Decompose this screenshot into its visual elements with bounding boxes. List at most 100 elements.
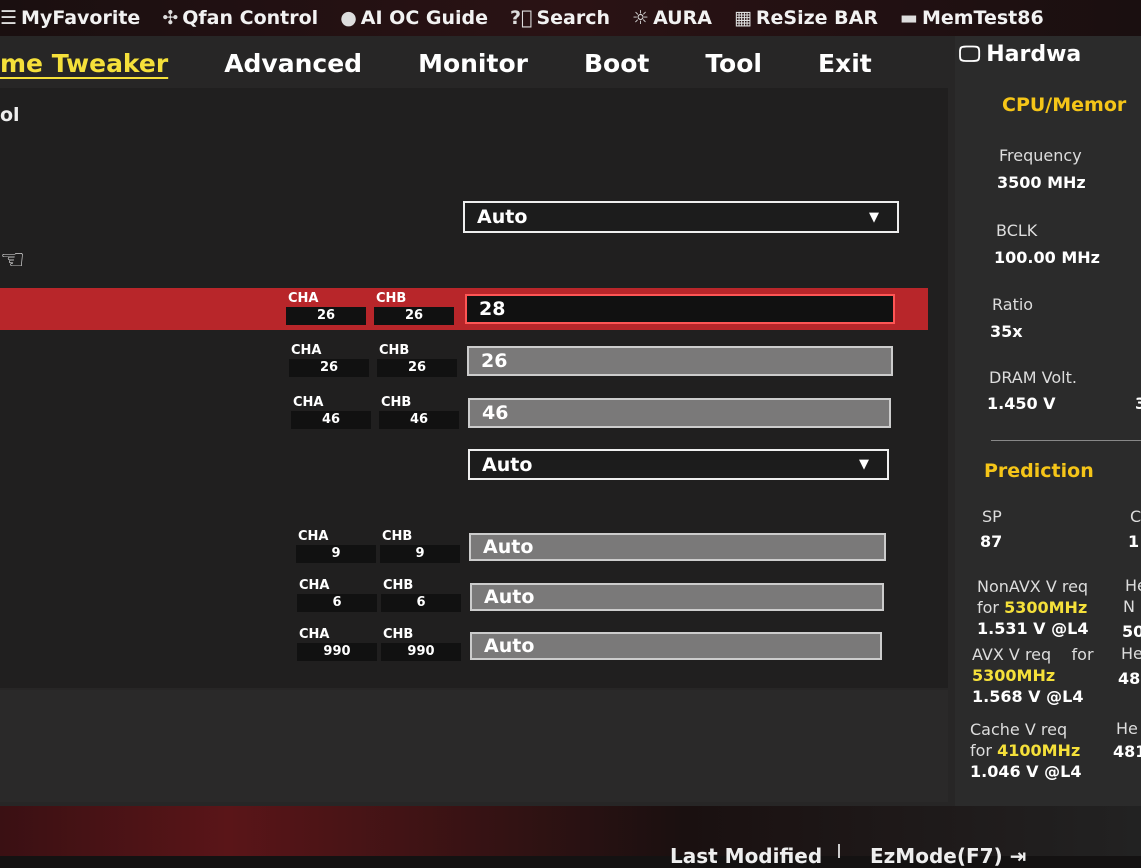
channel-values: CHA 46 CHB 46 bbox=[291, 395, 459, 429]
text-label: CHB bbox=[383, 578, 414, 593]
tab-ai-tweaker[interactable]: me Tweaker bbox=[0, 49, 168, 78]
text-label: CHB bbox=[379, 343, 410, 358]
text-label: Auto bbox=[482, 453, 533, 476]
channel-value: CHB 9 bbox=[380, 529, 460, 563]
ezmode-button[interactable]: EzMode(F7) ⇥ bbox=[870, 844, 1026, 868]
text-label: CHA bbox=[298, 529, 329, 544]
bottom-bar: Last Modified EzMode(F7) ⇥ bbox=[0, 806, 1141, 868]
ai-oc-guide-button[interactable]: ● AI OC Guide bbox=[340, 7, 488, 29]
text-label: 46 bbox=[379, 411, 459, 429]
sp-value: 87 bbox=[980, 532, 1003, 551]
list-icon: ☰ bbox=[0, 7, 18, 29]
memtest-button[interactable]: ▬ MemTest86 bbox=[900, 7, 1044, 29]
memtest-icon: ▬ bbox=[900, 7, 918, 29]
text-label: MyFavorite bbox=[21, 7, 141, 29]
tab-monitor[interactable]: Monitor bbox=[418, 49, 528, 78]
divider bbox=[991, 440, 1141, 441]
tab-advanced[interactable]: Advanced bbox=[224, 49, 362, 78]
text-label: 9 bbox=[296, 545, 376, 563]
text-label: C bbox=[1130, 507, 1141, 526]
text-label: CHB bbox=[382, 529, 413, 544]
text-label: N bbox=[1123, 597, 1135, 616]
text-label: 481 bbox=[1113, 742, 1141, 761]
ratio-label: Ratio bbox=[992, 295, 1034, 314]
channel-value: CHB 26 bbox=[374, 291, 454, 325]
frequency-label: Frequency bbox=[999, 146, 1082, 165]
text-label: CHA bbox=[299, 578, 330, 593]
text-label: 46 bbox=[291, 411, 371, 429]
nonavx-prediction: NonAVX V req for 5300MHz 1.531 V @L4 bbox=[977, 576, 1088, 639]
channel-values: CHA 990 CHB 990 bbox=[297, 627, 461, 661]
dram-volt-label: DRAM Volt. bbox=[989, 368, 1077, 387]
text-label: for bbox=[977, 598, 999, 617]
avx-prediction: AVX V req for 5300MHz 1.568 V @L4 bbox=[972, 644, 1094, 707]
tab-tool[interactable]: Tool bbox=[705, 49, 762, 78]
text-label: CHB bbox=[383, 627, 414, 642]
setting-input[interactable]: Auto bbox=[470, 583, 884, 611]
search-button[interactable]: ?⃞ Search bbox=[510, 7, 610, 29]
text-label: CHA bbox=[291, 343, 322, 358]
help-panel bbox=[0, 690, 948, 802]
ratio-value: 35x bbox=[990, 322, 1023, 341]
text-label: CHA bbox=[293, 395, 324, 410]
text-label: NonAVX V req bbox=[977, 577, 1089, 596]
section-cpu-memory: CPU/Memor bbox=[1002, 94, 1127, 116]
myfavorite-button[interactable]: ☰ MyFavorite bbox=[0, 7, 140, 29]
text-label: for bbox=[970, 741, 992, 760]
text-label: CHA bbox=[299, 627, 330, 642]
text-label: 6 bbox=[381, 594, 461, 612]
text-label: 1 bbox=[1128, 532, 1140, 551]
text-label: CHA bbox=[288, 291, 319, 306]
setting-input[interactable]: 28 bbox=[465, 294, 895, 324]
setting-dropdown[interactable]: Auto ▼ bbox=[463, 201, 899, 233]
text-label: 26 bbox=[289, 359, 369, 377]
tab-exit[interactable]: Exit bbox=[818, 49, 872, 78]
setting-input[interactable]: Auto bbox=[469, 533, 886, 561]
sp-label: SP bbox=[982, 507, 1002, 526]
text-label: CHB bbox=[376, 291, 407, 306]
section-label: ol bbox=[0, 104, 20, 126]
channel-values: CHA 9 CHB 9 bbox=[296, 529, 460, 563]
question-icon: ?⃞ bbox=[510, 7, 533, 29]
resize-bar-button[interactable]: ▦ ReSize BAR bbox=[734, 7, 878, 29]
channel-values: CHA 6 CHB 6 bbox=[297, 578, 461, 612]
panel-title: Hardwa bbox=[986, 42, 1082, 67]
hand-cursor-icon: ☜ bbox=[0, 243, 26, 276]
channel-value: CHA 6 bbox=[297, 578, 377, 612]
top-toolbar: ☰ MyFavorite ✣ Qfan Control ● AI OC Guide ?… bbox=[0, 0, 1141, 36]
text-label: MemTest86 bbox=[921, 7, 1044, 29]
channel-values: CHA 26 CHB 26 bbox=[289, 343, 457, 377]
bclk-label: BCLK bbox=[996, 221, 1038, 240]
last-modified-button[interactable]: Last Modified bbox=[670, 844, 822, 868]
text-label: for bbox=[1071, 645, 1094, 664]
channel-values: CHA 26 CHB 26 bbox=[286, 291, 454, 325]
setting-input[interactable]: 46 bbox=[468, 398, 891, 428]
channel-value: CHB 26 bbox=[377, 343, 457, 377]
channel-value: CHB 46 bbox=[379, 395, 459, 429]
text-label: 9 bbox=[380, 545, 460, 563]
setting-input[interactable]: Auto bbox=[470, 632, 882, 660]
channel-value: CHB 990 bbox=[381, 627, 461, 661]
setting-input[interactable]: 26 bbox=[467, 346, 893, 376]
bulb-icon: ● bbox=[340, 7, 357, 29]
qfan-control-button[interactable]: ✣ Qfan Control bbox=[162, 7, 318, 29]
text-label: 4100MHz bbox=[997, 741, 1081, 760]
aura-button[interactable]: ☼ AURA bbox=[632, 7, 712, 29]
text-label: 1.046 V @L4 bbox=[970, 762, 1082, 781]
resize-bar-icon: ▦ bbox=[733, 7, 752, 29]
channel-value: CHA 990 bbox=[297, 627, 377, 661]
channel-value: CHA 26 bbox=[286, 291, 366, 325]
aura-icon: ☼ bbox=[632, 7, 650, 29]
channel-value: CHA 9 bbox=[296, 529, 376, 563]
text-label: 5300MHz bbox=[972, 666, 1056, 685]
text-label: He bbox=[1116, 719, 1138, 738]
text-label: 26 bbox=[374, 307, 454, 325]
text-label: 990 bbox=[381, 643, 461, 661]
setting-dropdown[interactable]: Auto ▼ bbox=[468, 449, 889, 480]
channel-value: CHA 46 bbox=[291, 395, 371, 429]
text-label: Search bbox=[536, 7, 611, 29]
text-label: 990 bbox=[297, 643, 377, 661]
frequency-value: 3500 MHz bbox=[997, 173, 1086, 192]
tab-boot[interactable]: Boot bbox=[584, 49, 649, 78]
hardware-monitor-panel: 🖵 Hardwa CPU/Memor Frequency 3500 MHz BCL… bbox=[955, 36, 1141, 816]
